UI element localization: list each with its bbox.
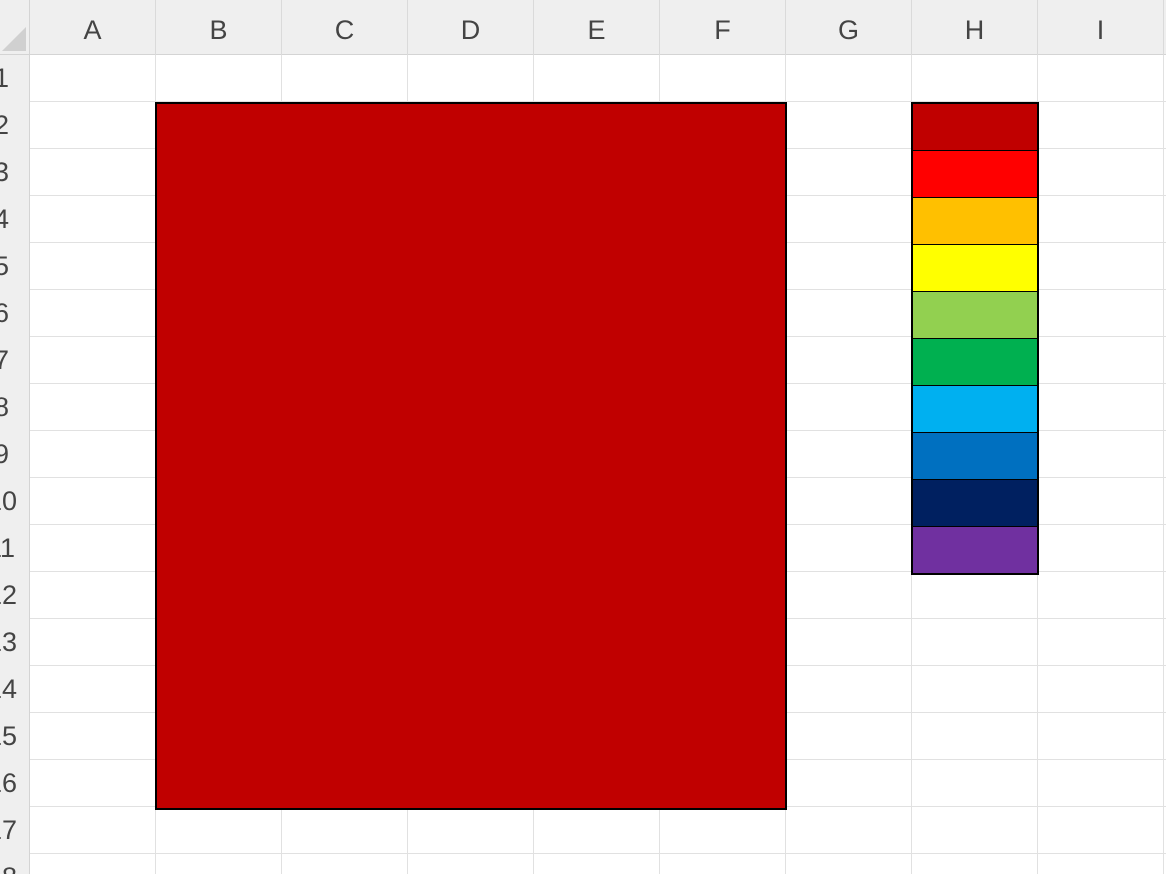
- column-header-f[interactable]: F: [660, 0, 786, 55]
- column-headers: ABCDEFGHI: [30, 0, 1166, 55]
- row-header-6[interactable]: 6: [0, 290, 9, 337]
- column-header-d[interactable]: D: [408, 0, 534, 55]
- row-header-4[interactable]: 4: [0, 196, 9, 243]
- color-swatch-4[interactable]: [913, 245, 1037, 292]
- color-swatch-column: [911, 102, 1039, 575]
- large-red-rectangle-shape[interactable]: [155, 102, 787, 810]
- color-swatch-3[interactable]: [913, 198, 1037, 245]
- color-swatch-9[interactable]: [913, 480, 1037, 527]
- row-header-16[interactable]: 16: [0, 760, 17, 807]
- column-header-a[interactable]: A: [30, 0, 156, 55]
- row-header-17[interactable]: 17: [0, 807, 17, 854]
- row-header-18[interactable]: 18: [0, 854, 17, 874]
- select-all-corner[interactable]: [0, 0, 30, 55]
- row-header-1[interactable]: 1: [0, 55, 9, 102]
- column-header-b[interactable]: B: [156, 0, 282, 55]
- row-header-15[interactable]: 15: [0, 713, 17, 760]
- column-header-e[interactable]: E: [534, 0, 660, 55]
- row-header-10[interactable]: 10: [0, 478, 17, 525]
- row-header-7[interactable]: 7: [0, 337, 9, 384]
- color-swatch-5[interactable]: [913, 292, 1037, 339]
- row-headers: 123456789101112131415161718: [0, 55, 30, 874]
- row-header-5[interactable]: 5: [0, 243, 9, 290]
- color-swatch-10[interactable]: [913, 527, 1037, 573]
- row-header-14[interactable]: 14: [0, 666, 17, 713]
- row-header-8[interactable]: 8: [0, 384, 9, 431]
- column-header-g[interactable]: G: [786, 0, 912, 55]
- row-header-3[interactable]: 3: [0, 149, 9, 196]
- select-all-triangle-icon: [2, 27, 26, 51]
- row-header-9[interactable]: 9: [0, 431, 9, 478]
- row-header-13[interactable]: 13: [0, 619, 17, 666]
- color-swatch-8[interactable]: [913, 433, 1037, 480]
- column-header-h[interactable]: H: [912, 0, 1038, 55]
- spreadsheet: ABCDEFGHI 123456789101112131415161718: [0, 0, 1166, 874]
- row-header-2[interactable]: 2: [0, 102, 9, 149]
- row-header-12[interactable]: 12: [0, 572, 17, 619]
- color-swatch-7[interactable]: [913, 386, 1037, 433]
- color-swatch-2[interactable]: [913, 151, 1037, 198]
- row-header-11[interactable]: 11: [0, 525, 15, 572]
- column-header-i[interactable]: I: [1038, 0, 1164, 55]
- color-swatch-6[interactable]: [913, 339, 1037, 386]
- color-swatch-1[interactable]: [913, 104, 1037, 151]
- column-header-c[interactable]: C: [282, 0, 408, 55]
